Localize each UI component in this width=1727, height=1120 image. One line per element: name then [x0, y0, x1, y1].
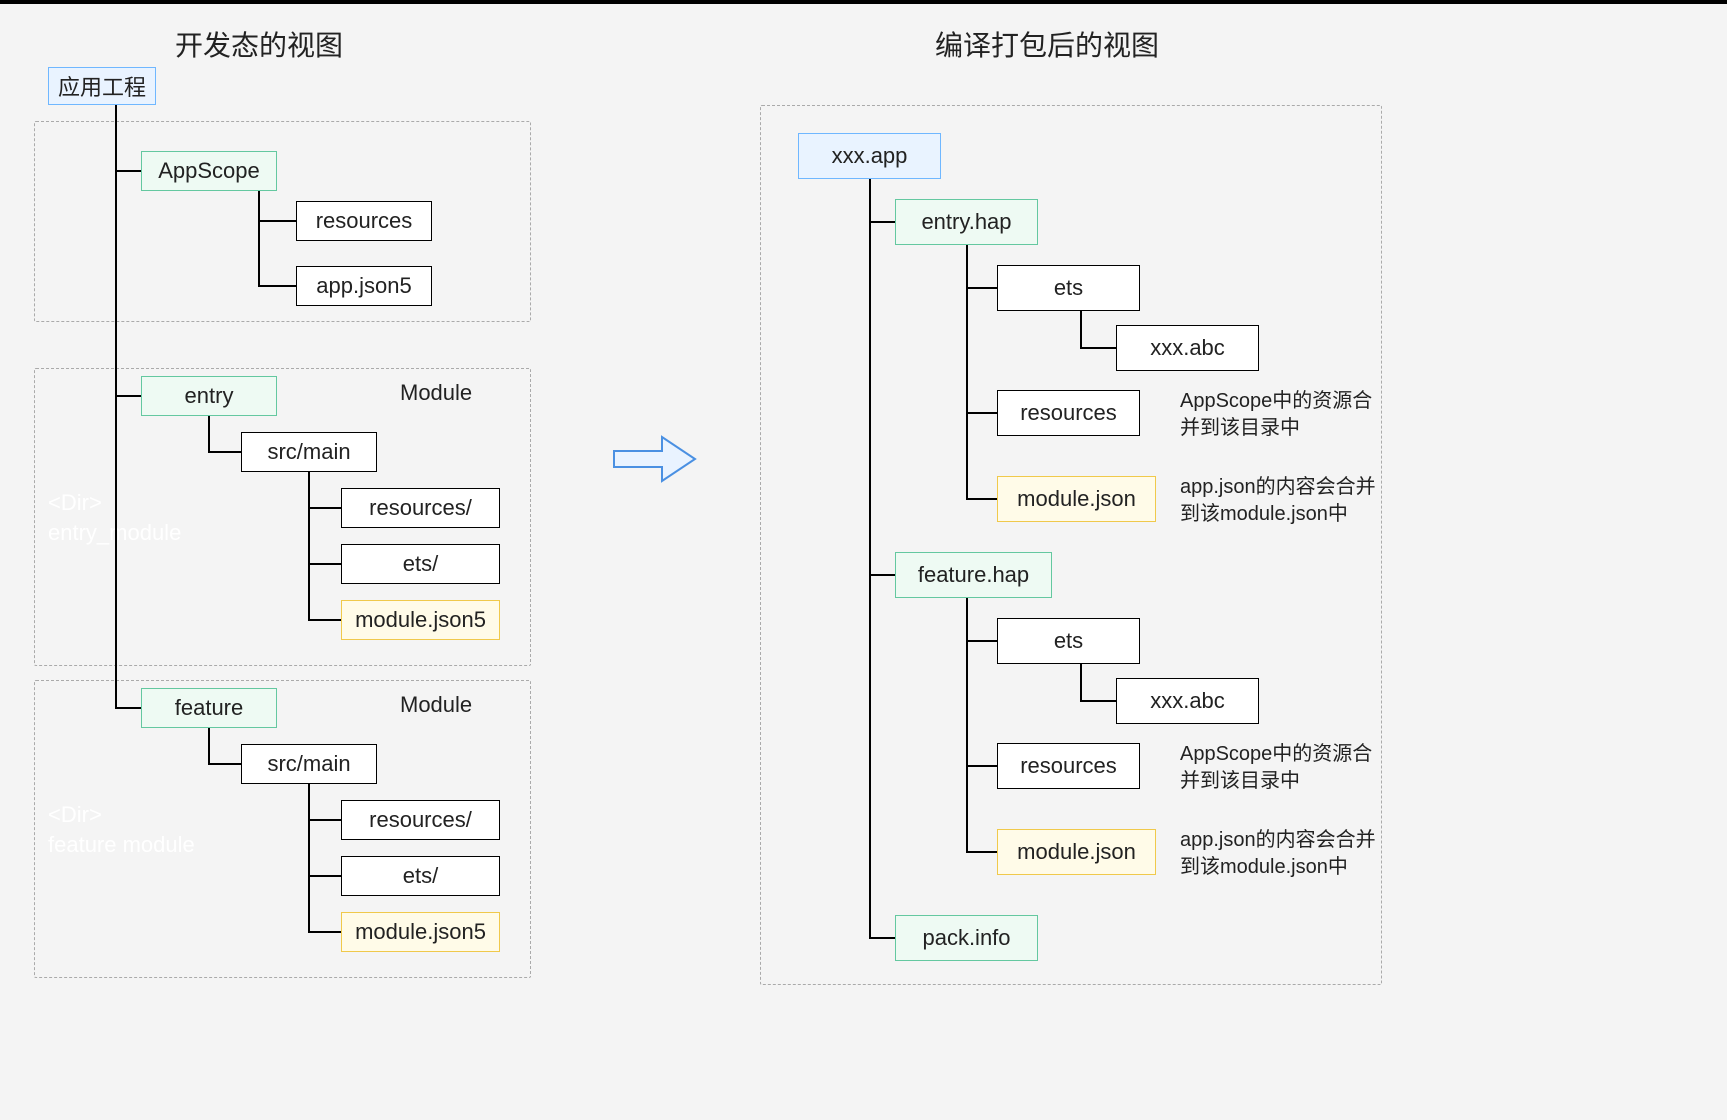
conn: [308, 931, 341, 933]
node-resources-entry: resources/: [341, 488, 500, 528]
node-resources-right-1: resources: [997, 390, 1140, 436]
node-ets-feature: ets/: [341, 856, 500, 896]
conn: [208, 728, 210, 765]
conn: [308, 472, 310, 621]
note-resources-1: AppScope中的资源合并到该目录中: [1180, 388, 1380, 442]
node-resources: resources: [296, 201, 432, 241]
conn: [966, 640, 997, 642]
left-title: 开发态的视图: [175, 24, 343, 64]
conn: [1080, 664, 1082, 702]
conn: [966, 412, 997, 414]
node-modulejson-1: module.json: [997, 476, 1156, 522]
conn: [308, 875, 341, 877]
conn: [869, 574, 895, 576]
conn: [258, 191, 260, 287]
conn: [966, 598, 968, 853]
conn: [258, 220, 296, 222]
conn: [1080, 700, 1116, 702]
conn: [208, 451, 241, 453]
conn: [966, 851, 997, 853]
node-appscope: AppScope: [141, 151, 277, 191]
conn: [869, 179, 871, 939]
conn: [308, 619, 341, 621]
conn: [308, 563, 341, 565]
node-abc-2: xxx.abc: [1116, 678, 1259, 724]
conn: [869, 937, 895, 939]
right-title: 编译打包后的视图: [935, 24, 1159, 64]
node-resources-feature: resources/: [341, 800, 500, 840]
node-modulejson-2: module.json: [997, 829, 1156, 875]
node-ets-entry: ets/: [341, 544, 500, 584]
conn: [115, 170, 141, 172]
node-packinfo: pack.info: [895, 915, 1038, 961]
node-xxx-app: xxx.app: [798, 133, 941, 179]
node-resources-right-2: resources: [997, 743, 1140, 789]
conn: [115, 395, 141, 397]
conn: [966, 287, 997, 289]
node-entry-hap: entry.hap: [895, 199, 1038, 245]
node-feature-hap: feature.hap: [895, 552, 1052, 598]
node-entry: entry: [141, 376, 277, 416]
top-divider: [0, 0, 1727, 4]
conn: [308, 784, 310, 933]
conn: [966, 498, 997, 500]
note-modulejson-1: app.json的内容会合并到该module.json中: [1180, 474, 1390, 528]
conn: [966, 765, 997, 767]
note-resources-2: AppScope中的资源合并到该目录中: [1180, 741, 1380, 795]
diagram-stage: 开发态的视图 编译打包后的视图 应用工程 AppScope resources …: [0, 0, 1727, 1120]
node-abc-1: xxx.abc: [1116, 325, 1259, 371]
node-appjson5: app.json5: [296, 266, 432, 306]
conn: [208, 763, 241, 765]
conn: [1080, 347, 1116, 349]
conn: [966, 245, 968, 500]
conn: [258, 285, 296, 287]
arrow-icon: [612, 434, 698, 489]
label-module-2: Module: [400, 692, 472, 718]
node-srcmain-feature: src/main: [241, 744, 377, 784]
node-app-project: 应用工程: [48, 67, 156, 105]
conn: [1080, 311, 1082, 349]
conn: [115, 105, 117, 708]
node-modulejson5-entry: module.json5: [341, 600, 500, 640]
conn: [208, 416, 210, 453]
node-ets-right-1: ets: [997, 265, 1140, 311]
label-module-1: Module: [400, 380, 472, 406]
conn: [869, 221, 895, 223]
conn: [115, 707, 141, 709]
conn: [308, 819, 341, 821]
conn: [308, 507, 341, 509]
node-feature: feature: [141, 688, 277, 728]
node-srcmain-entry: src/main: [241, 432, 377, 472]
note-modulejson-2: app.json的内容会合并到该module.json中: [1180, 827, 1390, 881]
node-modulejson5-feature: module.json5: [341, 912, 500, 952]
node-ets-right-2: ets: [997, 618, 1140, 664]
